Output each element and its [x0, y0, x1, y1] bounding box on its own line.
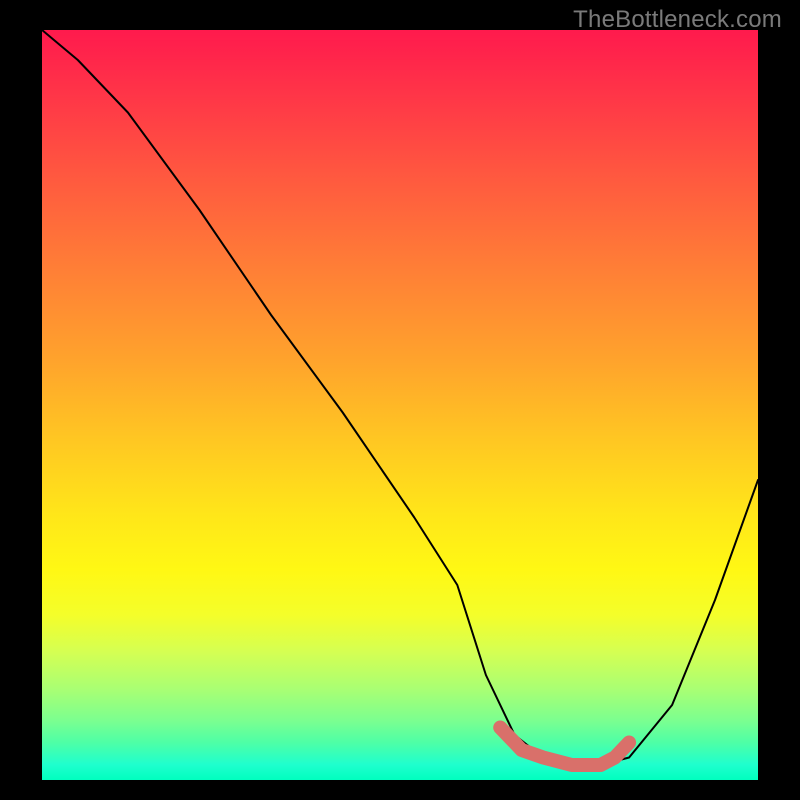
bottleneck-curve-path — [42, 30, 758, 765]
optimal-range-highlight — [500, 728, 629, 766]
chart-container: TheBottleneck.com — [0, 0, 800, 800]
curve-svg — [42, 30, 758, 780]
plot-area — [42, 30, 758, 780]
